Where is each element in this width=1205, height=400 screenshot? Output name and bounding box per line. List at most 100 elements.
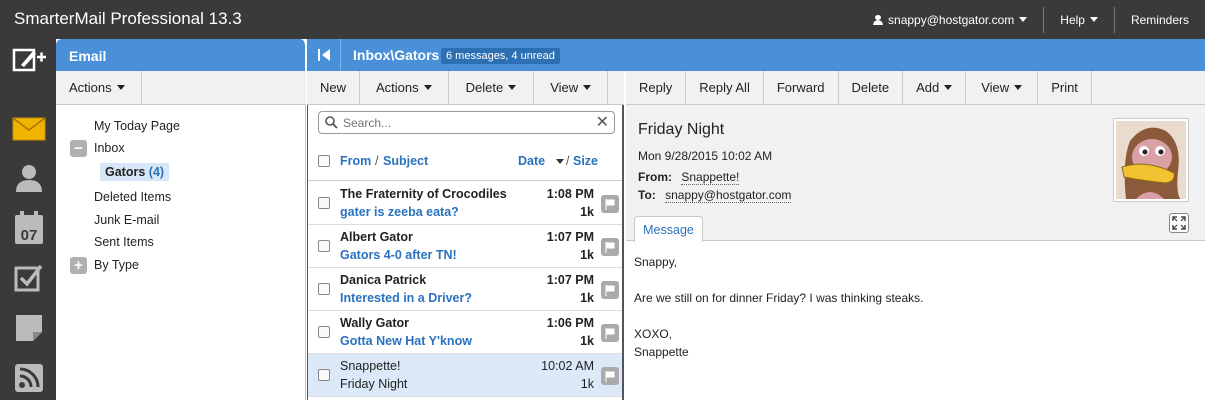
clear-search-icon[interactable]: ✕	[596, 115, 609, 131]
print-button[interactable]: Print	[1038, 71, 1092, 104]
message-date: Mon 9/28/2015 10:02 AM	[638, 149, 773, 163]
folder-actions-button[interactable]: Actions	[56, 71, 142, 104]
message-time: 1:06 PM	[546, 316, 594, 330]
message-row[interactable]: Danica Patrick Interested in a Driver? 1…	[308, 268, 622, 311]
message-row-selected[interactable]: Snappette! Friday Night 10:02 AM 1k	[308, 354, 622, 397]
view-button[interactable]: View	[966, 71, 1039, 104]
expand-icon[interactable]	[1169, 213, 1189, 233]
flag-icon[interactable]	[601, 195, 619, 213]
message-row[interactable]: Albert Gator Gators 4-0 after TN! 1:07 P…	[308, 225, 622, 268]
select-all-checkbox[interactable]	[318, 155, 330, 167]
flag-icon[interactable]	[601, 367, 619, 385]
message-count-badge: 6 messages, 4 unread	[441, 48, 560, 64]
folder-my-today-page[interactable]: My Today Page	[94, 119, 180, 133]
svg-text:07: 07	[21, 227, 38, 244]
reply-label: Reply	[639, 80, 673, 95]
delete-button[interactable]: Delete	[839, 71, 904, 104]
chevron-down-icon	[1014, 85, 1023, 90]
left-icon-nav: 07	[0, 39, 56, 400]
message-time: 10:02 AM	[541, 359, 594, 373]
row-checkbox[interactable]	[318, 326, 330, 338]
chevron-down-icon	[944, 85, 953, 90]
folder-gators[interactable]: Gators (4)	[100, 163, 170, 181]
email-pane-title: Email	[69, 48, 107, 64]
message-size: 1k	[580, 248, 594, 262]
new-button[interactable]: New	[307, 71, 361, 104]
folder-tree: My Today Page − Inbox Gators (4) Deleted…	[56, 105, 306, 400]
forward-label: Forward	[776, 80, 825, 95]
folder-path: Inbox\Gators	[353, 47, 440, 63]
row-checkbox[interactable]	[318, 240, 330, 252]
message-from: Danica Patrick	[340, 273, 427, 287]
tab-message[interactable]: Message	[634, 216, 703, 242]
message-subject: gater is zeeba eata?	[340, 205, 459, 219]
to-line: To: snappy@hostgator.com	[638, 188, 792, 203]
sort-subject[interactable]: Subject	[383, 154, 428, 168]
user-icon	[873, 14, 884, 25]
list-actions-button[interactable]: Actions	[360, 71, 449, 104]
row-checkbox[interactable]	[318, 369, 330, 381]
chevron-down-icon	[583, 85, 592, 90]
message-from: Snappette!	[340, 359, 401, 373]
collapse-pane-button[interactable]	[307, 39, 341, 71]
new-label: New	[320, 80, 347, 95]
expand-plus-icon[interactable]: +	[70, 257, 87, 274]
app-title: SmarterMail Professional 13.3	[14, 9, 242, 28]
reply-all-button[interactable]: Reply All	[686, 71, 764, 104]
sort-size[interactable]: Size	[573, 154, 598, 168]
header-separator: /	[566, 154, 570, 168]
row-checkbox[interactable]	[318, 197, 330, 209]
add-button[interactable]: Add	[903, 71, 967, 104]
actions-label: Actions	[69, 80, 112, 95]
folder-deleted-items[interactable]: Deleted Items	[94, 190, 171, 204]
sender-avatar	[1113, 118, 1189, 202]
from-address[interactable]: Snappette!	[681, 170, 740, 185]
email-nav-icon[interactable]	[10, 112, 48, 146]
message-row[interactable]: Wally Gator Gotta New Hat Y'know 1:06 PM…	[308, 311, 622, 354]
flag-icon[interactable]	[601, 324, 619, 342]
user-menu[interactable]: snappy@hostgator.com	[857, 7, 1043, 33]
help-menu[interactable]: Help	[1043, 6, 1114, 33]
chevron-down-icon	[1089, 17, 1098, 22]
message-row[interactable]: The Fraternity of Crocodiles gater is ze…	[308, 182, 622, 225]
message-subject: Interested in a Driver?	[340, 291, 472, 305]
view-label: View	[981, 80, 1010, 95]
collapse-minus-icon[interactable]: −	[70, 140, 87, 157]
tasks-icon[interactable]	[10, 261, 48, 295]
view-label: View	[550, 80, 579, 95]
sort-date[interactable]: Date	[518, 154, 545, 168]
message-subject: Gators 4-0 after TN!	[340, 248, 457, 262]
compose-icon[interactable]	[10, 43, 48, 77]
body-signoff: XOXO,	[634, 327, 673, 341]
contacts-icon[interactable]	[10, 161, 48, 195]
message-list-pane: ✕ From / Subject Date / Size The Fratern…	[307, 105, 624, 400]
folder-gators-label: Gators	[105, 165, 146, 179]
rss-icon[interactable]	[10, 361, 48, 395]
calendar-icon[interactable]: 07	[10, 211, 48, 245]
flag-icon[interactable]	[601, 281, 619, 299]
folder-sent-items[interactable]: Sent Items	[94, 235, 154, 249]
chevron-down-icon	[508, 85, 517, 90]
notes-icon[interactable]	[10, 311, 48, 345]
reminders-link[interactable]: Reminders	[1113, 6, 1205, 33]
folder-inbox[interactable]: Inbox	[94, 141, 125, 155]
reading-toolbar: Reply Reply All Forward Delete Add View …	[626, 71, 1205, 105]
list-view-button[interactable]: View	[534, 71, 609, 104]
reply-button[interactable]: Reply	[626, 71, 687, 104]
folder-by-type[interactable]: By Type	[94, 258, 139, 272]
email-toolbar: Actions	[56, 71, 306, 105]
search-input[interactable]	[343, 114, 593, 131]
forward-button[interactable]: Forward	[764, 71, 839, 104]
sort-from[interactable]: From	[340, 154, 371, 168]
folder-junk-email[interactable]: Junk E-mail	[94, 213, 159, 227]
flag-icon[interactable]	[601, 238, 619, 256]
row-checkbox[interactable]	[318, 283, 330, 295]
list-delete-button[interactable]: Delete	[449, 71, 535, 104]
top-right-menu: snappy@hostgator.com Help Reminders	[857, 0, 1205, 39]
message-header: Friday Night Mon 9/28/2015 10:02 AM From…	[626, 105, 1205, 242]
message-size: 1k	[580, 205, 594, 219]
print-label: Print	[1051, 80, 1078, 95]
message-subject: Friday Night	[340, 377, 408, 391]
to-address[interactable]: snappy@hostgator.com	[665, 188, 792, 203]
list-column-header: From / Subject Date / Size	[308, 143, 622, 181]
